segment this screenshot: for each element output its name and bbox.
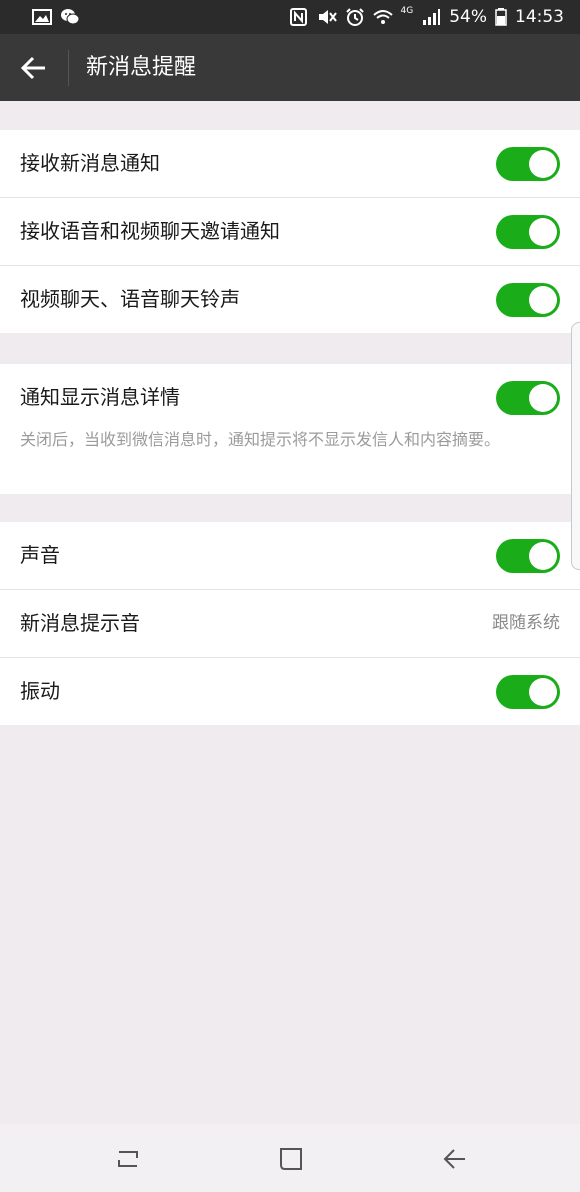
page-title: 新消息提醒: [86, 55, 197, 80]
recent-apps-button[interactable]: [113, 1144, 143, 1174]
screen: 4G 54% 14:53 新消息提醒 接收新消息通知 接收语音和视频聊天邀请通知…: [0, 0, 580, 1192]
battery-icon: [495, 8, 507, 26]
home-button[interactable]: [276, 1144, 306, 1174]
receive-new-message-toggle[interactable]: [496, 147, 560, 181]
back-arrow-icon: [20, 56, 45, 80]
row-receive-new-message[interactable]: 接收新消息通知: [0, 130, 580, 197]
voice-video-invite-toggle[interactable]: [496, 215, 560, 249]
back-button[interactable]: [14, 48, 54, 88]
navigation-bar: [0, 1124, 580, 1192]
nfc-icon: [289, 8, 307, 26]
settings-group-sound: 声音 新消息提示音 跟随系统 振动: [0, 522, 580, 725]
wifi-icon: [372, 10, 393, 24]
clock: 14:53: [515, 7, 564, 27]
row-label: 新消息提示音: [20, 611, 140, 635]
settings-group-details: 通知显示消息详情 关闭后，当收到微信消息时，通知提示将不显示发信人和内容摘要。: [0, 364, 580, 494]
row-value: 跟随系统: [492, 613, 560, 633]
network-type: 4G: [400, 6, 414, 16]
wechat-icon: [61, 9, 80, 25]
row-message-tone[interactable]: 新消息提示音 跟随系统: [0, 589, 580, 657]
gallery-icon: [32, 9, 52, 25]
recent-apps-icon: [118, 1151, 138, 1167]
sound-toggle[interactable]: [496, 539, 560, 573]
action-bar: 新消息提醒: [0, 34, 580, 101]
back-icon: [443, 1149, 465, 1169]
status-bar: 4G 54% 14:53: [0, 0, 580, 34]
battery-percent: 54%: [449, 7, 487, 27]
vibrate-toggle[interactable]: [496, 675, 560, 709]
signal-icon: [423, 9, 441, 25]
row-label: 振动: [20, 679, 60, 703]
home-icon: [280, 1148, 302, 1170]
row-label: 通知显示消息详情: [20, 385, 180, 409]
row-voice-video-invite[interactable]: 接收语音和视频聊天邀请通知: [0, 197, 580, 265]
action-bar-divider: [68, 50, 69, 86]
row-label: 视频聊天、语音聊天铃声: [20, 287, 240, 311]
row-description: 关闭后，当收到微信消息时，通知提示将不显示发信人和内容摘要。: [20, 430, 501, 449]
settings-group-notifications: 接收新消息通知 接收语音和视频聊天邀请通知 视频聊天、语音聊天铃声: [0, 130, 580, 333]
row-vibrate[interactable]: 振动: [0, 657, 580, 725]
call-ringtone-toggle[interactable]: [496, 283, 560, 317]
system-back-button[interactable]: [439, 1144, 469, 1174]
row-show-message-details[interactable]: 通知显示消息详情 关闭后，当收到微信消息时，通知提示将不显示发信人和内容摘要。: [0, 364, 580, 494]
row-label: 声音: [20, 543, 60, 567]
show-message-details-toggle[interactable]: [496, 381, 560, 415]
row-sound[interactable]: 声音: [0, 522, 580, 589]
row-label: 接收新消息通知: [20, 151, 160, 175]
alarm-icon: [345, 8, 364, 26]
row-label: 接收语音和视频聊天邀请通知: [20, 219, 280, 243]
row-call-ringtone[interactable]: 视频聊天、语音聊天铃声: [0, 265, 580, 333]
edge-panel-handle[interactable]: [571, 322, 580, 570]
mute-icon: [318, 10, 337, 24]
